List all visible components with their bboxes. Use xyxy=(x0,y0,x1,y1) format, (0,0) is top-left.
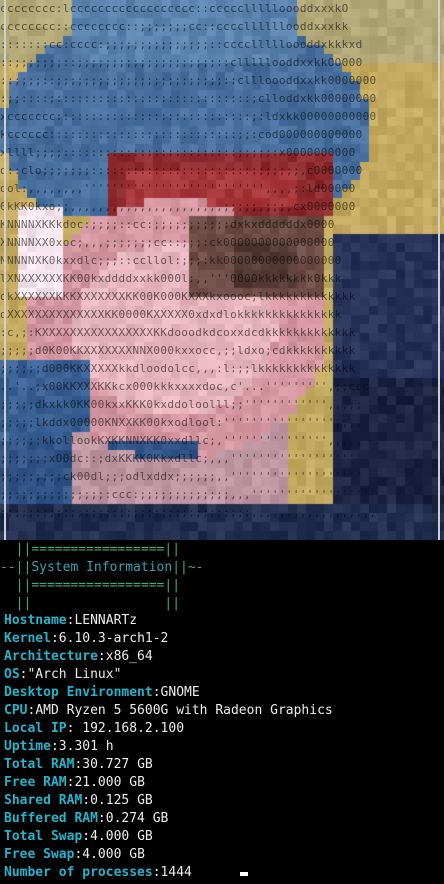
info-value: 3.301 h xyxy=(58,739,114,754)
banner-line-3: ||=================|| xyxy=(0,578,181,593)
info-row-total-swap: Total Swap:4.000 GB xyxy=(4,829,153,844)
info-value: x86_64 xyxy=(105,649,153,664)
info-row-uptime: Uptime:3.301 h xyxy=(4,739,114,754)
info-key: Hostname xyxy=(4,613,67,628)
info-key: Local IP xyxy=(4,721,67,736)
info-value: "Arch Linux" xyxy=(27,667,122,682)
info-key: CPU xyxy=(4,703,28,718)
info-value: 30.727 GB xyxy=(82,757,153,772)
info-value: 192.168.2.100 xyxy=(82,721,185,736)
info-value: 0.274 GB xyxy=(105,811,169,826)
info-key: Number of processes xyxy=(4,865,153,880)
info-row-process-count: Number of processes:1444 xyxy=(4,864,444,882)
info-value: 21.000 GB xyxy=(74,775,145,790)
info-row-cpu: CPU:AMD Ryzen 5 5600G with Radeon Graphi… xyxy=(4,703,333,718)
system-info-banner: ||=================|| --||System Informa… xyxy=(0,541,444,613)
info-value: 6.10.3-arch1-2 xyxy=(58,631,169,646)
banner-line-2: --||System Information||~- xyxy=(0,560,204,575)
info-key: Buffered RAM xyxy=(4,811,98,826)
banner-title: System Information xyxy=(31,560,173,575)
info-row-desktop-environment: Desktop Environment:GNOME xyxy=(4,685,200,700)
info-row-architecture: Architecture:x86_64 xyxy=(4,649,153,664)
info-key: Total Swap xyxy=(4,829,83,844)
terminal-cursor xyxy=(239,872,248,876)
info-row-os: OS:"Arch Linux" xyxy=(4,667,122,682)
info-row-total-ram: Total RAM:30.727 GB xyxy=(4,757,153,772)
system-info-list: Hostname:LENNARTz Kernel:6.10.3-arch1-2 … xyxy=(4,612,444,882)
info-key: Total RAM xyxy=(4,757,75,772)
info-row-buffered-ram: Buffered RAM:0.274 GB xyxy=(4,811,169,826)
info-key: Shared RAM xyxy=(4,793,83,808)
banner-line-1: ||=================|| xyxy=(0,542,181,557)
terminal-window[interactable]: cccccccc:lcccccccccccccccccc::ccccclllll… xyxy=(0,0,444,884)
info-key: Desktop Environment xyxy=(4,685,153,700)
info-value: 1444 xyxy=(160,865,192,880)
ascii-art-text: cccccccc:lcccccccccccccccccc::ccccclllll… xyxy=(0,2,377,519)
info-value: 4.000 GB xyxy=(90,829,153,844)
ascii-art-portrait: cccccccc:lcccccccccccccccccc::ccccclllll… xyxy=(0,0,444,540)
info-value: LENNARTz xyxy=(74,613,138,628)
info-row-free-ram: Free RAM:21.000 GB xyxy=(4,775,145,790)
info-value: GNOME xyxy=(160,685,200,700)
info-key: Uptime xyxy=(4,739,51,754)
ascii-art-right-border xyxy=(438,0,440,540)
info-key: Architecture xyxy=(4,649,98,664)
info-row-kernel: Kernel:6.10.3-arch1-2 xyxy=(4,631,169,646)
info-row-hostname: Hostname:LENNARTz xyxy=(4,613,138,628)
info-value: 0.125 GB xyxy=(90,793,153,808)
info-key: Free RAM xyxy=(4,775,67,790)
info-row-free-swap: Free Swap:4.000 GB xyxy=(4,847,145,862)
ascii-art-left-border xyxy=(4,0,6,540)
info-key: Free Swap xyxy=(4,847,75,862)
info-row-shared-ram: Shared RAM:0.125 GB xyxy=(4,793,153,808)
info-row-local-ip: Local IP: 192.168.2.100 xyxy=(4,721,185,736)
info-value: 4.000 GB xyxy=(82,847,145,862)
info-key: OS xyxy=(4,667,20,682)
info-value: AMD Ryzen 5 5600G with Radeon Graphics xyxy=(35,703,333,718)
info-key: Kernel xyxy=(4,631,51,646)
banner-line-4: || || xyxy=(0,596,181,611)
